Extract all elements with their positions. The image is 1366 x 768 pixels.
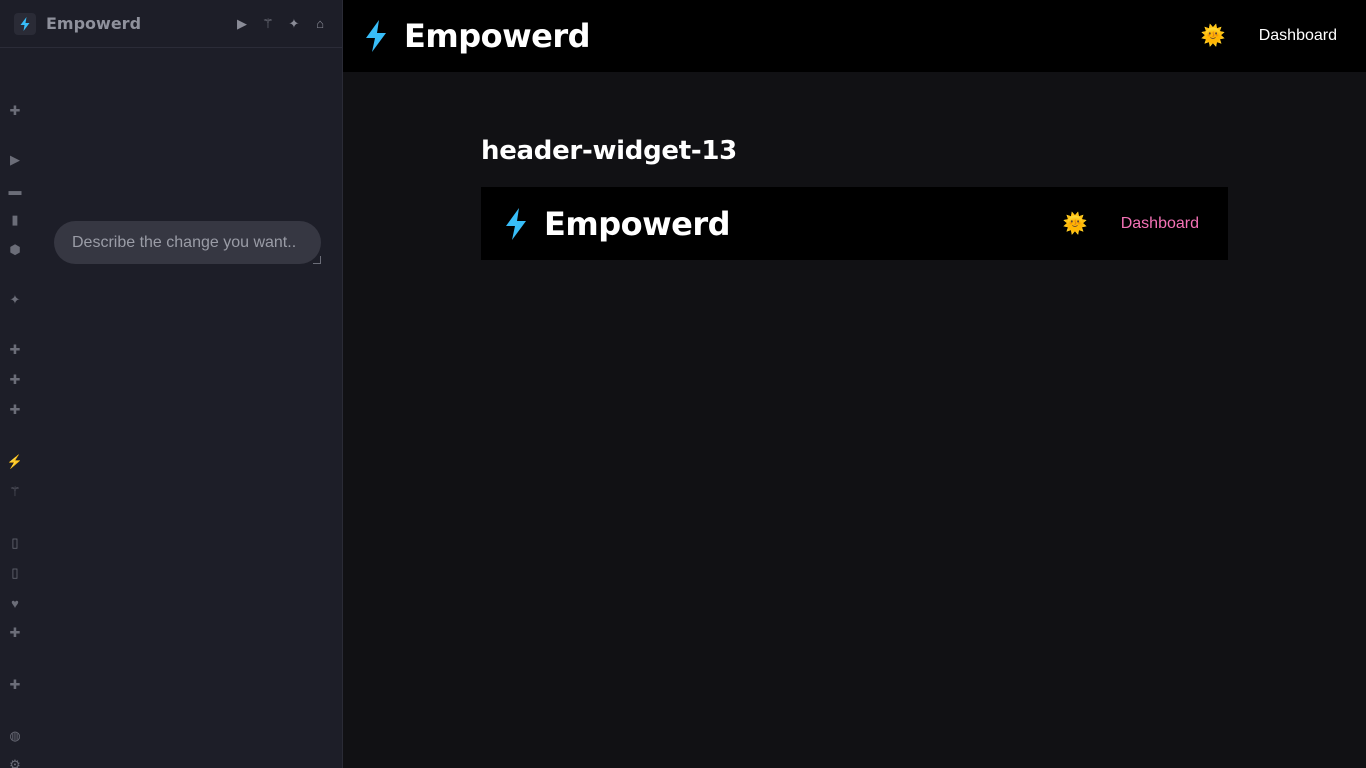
preview-theme-toggle-sun-icon[interactable]: 🌞 (1063, 214, 1088, 234)
puzzle-icon[interactable]: ✚ (7, 402, 23, 418)
resize-handle[interactable] (313, 256, 321, 264)
document-icon[interactable]: ▮ (7, 212, 23, 228)
puzzle-icon[interactable]: ✚ (7, 103, 23, 119)
heart-icon[interactable]: ♥ (7, 595, 23, 611)
preview-brand-name: Empowerd (544, 204, 731, 243)
brand-name: Empowerd (404, 17, 591, 55)
puzzle-icon[interactable]: ✚ (7, 342, 23, 358)
nav-link-dashboard[interactable]: Dashboard (1259, 27, 1337, 45)
bolt-logo-icon (14, 12, 36, 35)
cube-icon[interactable]: ⬢ (7, 242, 23, 258)
magic-wand-icon[interactable]: ⚚ (7, 484, 23, 500)
magic-wand-icon[interactable]: ⚚ (260, 16, 276, 32)
preview-brand[interactable]: Empowerd (505, 205, 1063, 243)
puzzle-icon[interactable]: ✚ (7, 625, 23, 641)
site-header: Empowerd 🌞 Dashboard (343, 0, 1366, 72)
widget-preview: Empowerd 🌞 Dashboard (481, 187, 1228, 260)
sparkles-icon[interactable]: ✦ (286, 16, 302, 32)
preview-nav-link-dashboard[interactable]: Dashboard (1121, 215, 1199, 233)
puzzle-icon[interactable]: ✚ (7, 677, 23, 693)
sidebar-header: Empowerd ▶ ⚚ ✦ ⌂ (0, 0, 342, 48)
bolt-logo-icon (505, 207, 527, 240)
change-prompt-input[interactable] (54, 221, 321, 264)
globe-icon[interactable]: ◍ (7, 728, 23, 744)
home-icon[interactable]: ⌂ (312, 16, 328, 32)
puzzle-icon[interactable]: ✚ (7, 372, 23, 388)
page-title: header-widget-13 (481, 136, 737, 166)
sidebar-toolbar: ▶ ⚚ ✦ ⌂ (234, 16, 328, 32)
plug-icon[interactable]: ⚡ (7, 454, 23, 470)
theme-toggle-sun-icon[interactable]: 🌞 (1201, 26, 1226, 46)
play-icon[interactable]: ▶ (234, 16, 250, 32)
brand[interactable]: Empowerd (365, 17, 1201, 55)
database-icon[interactable]: ▯ (7, 535, 23, 551)
gear-icon[interactable]: ⚙ (7, 757, 23, 768)
card-icon[interactable]: ▬ (7, 182, 23, 198)
sparkles-icon[interactable]: ✦ (7, 292, 23, 308)
sidebar-title: Empowerd (46, 14, 142, 33)
play-icon[interactable]: ▶ (7, 152, 23, 168)
editor-sidebar: Empowerd ▶ ⚚ ✦ ⌂ ✚ ▶ ▬ ▮ ⬢ ✦ ✚ ✚ ✚ ⚡ ⚚ ▯… (0, 0, 343, 768)
bolt-logo-icon (365, 20, 387, 52)
database-icon[interactable]: ▯ (7, 565, 23, 581)
